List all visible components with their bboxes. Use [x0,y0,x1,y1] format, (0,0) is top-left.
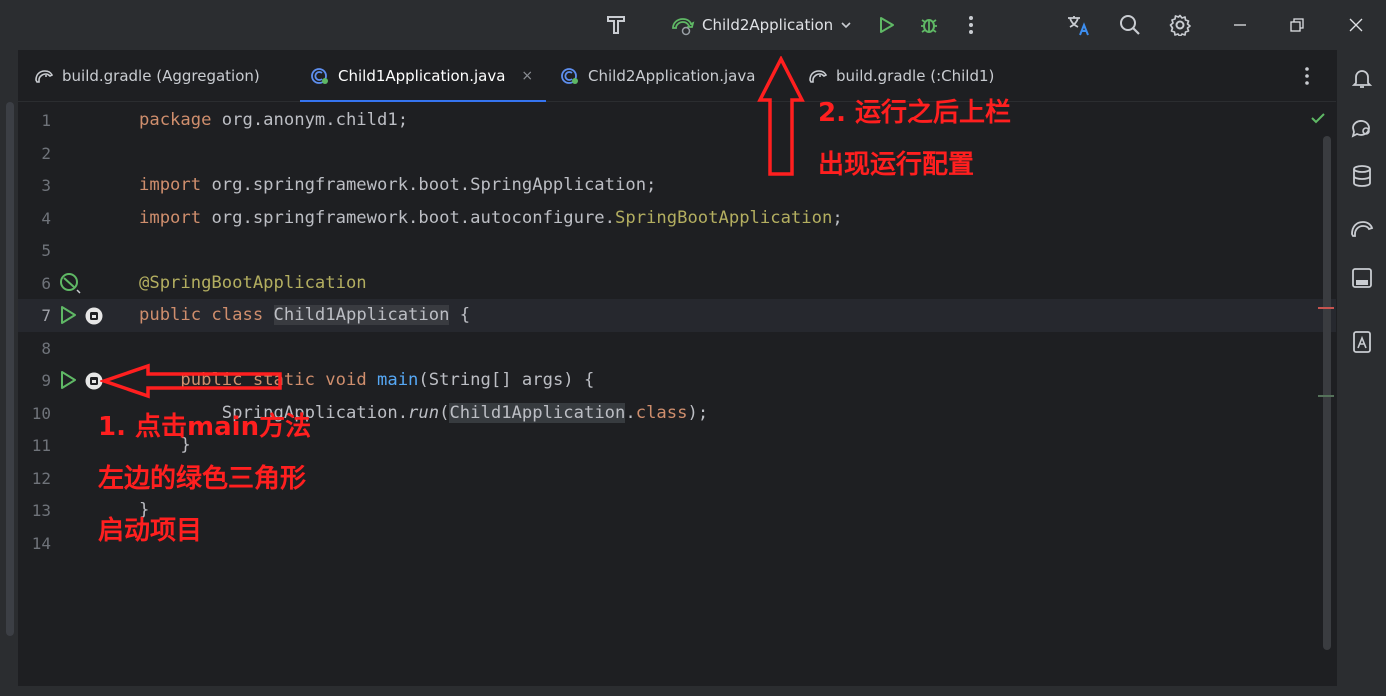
editor-tab-bar: build.gradle (Aggregation) Child1Applica… [18,50,1336,102]
code-line-current: 7 public class Child1Application { [18,299,1336,332]
tab-close-icon[interactable]: × [521,68,533,84]
annotation-step1-line1: 1. 点击main方法 [98,412,312,442]
annotation-step2-line2: 出现运行配置 [818,150,975,180]
tab-child1application-java[interactable]: Child1Application.java × [300,50,546,102]
run-configuration-selector[interactable]: Child2Application [666,10,857,40]
tab-label: build.gradle (:Child1) [836,67,995,85]
java-class-icon [560,66,580,86]
run-icon[interactable] [872,0,900,50]
gradle-elephant-icon [808,68,828,84]
database-icon[interactable] [1350,164,1374,188]
search-icon[interactable] [1116,0,1144,50]
tab-options-icon[interactable] [1304,66,1310,86]
spring-bean-icon[interactable] [58,271,82,295]
left-tool-strip [0,50,18,696]
annotation-arrow-left [100,363,282,399]
line-number: 14 [31,533,51,553]
no-problems-check-icon[interactable] [1310,110,1326,126]
left-scroll-bar[interactable] [6,102,14,636]
close-icon[interactable] [1344,0,1368,50]
right-tool-window-bar [1336,50,1386,696]
line-number: 9 [41,371,51,390]
settings-icon[interactable] [1166,0,1194,50]
code-line: 6 @SpringBootApplication [18,267,1336,300]
ai-assistant-icon[interactable] [1350,116,1374,140]
code-line: 8 [18,332,1336,365]
gradle-icon[interactable] [1350,216,1374,240]
line-number: 12 [31,468,51,488]
project-logo-icon[interactable] [600,0,632,50]
code-text: @SpringBootApplication [139,272,367,293]
code-line: 1 package org.anonym.child1; [18,104,1336,137]
line-number: 3 [41,176,51,195]
code-text: public class Child1Application { [139,305,471,325]
code-line: 13 } [18,494,1336,527]
line-number: 6 [41,273,51,293]
run-gutter-icon[interactable] [58,305,78,325]
run-main-gutter-icon[interactable] [58,370,78,390]
tab-label: Child2Application.java [588,67,756,85]
annotation-arrow-up [757,56,805,176]
translate-icon[interactable] [1064,0,1094,50]
annotation-step1-line2: 左边的绿色三角形 [98,464,307,494]
run-config-name: Child2Application [702,16,834,34]
line-number: 1 [41,111,51,130]
line-number: 10 [31,403,51,423]
editor-vertical-scrollbar[interactable] [1323,136,1331,650]
tab-label: build.gradle (Aggregation) [62,67,260,85]
run-config-icon [670,14,696,36]
line-number: 4 [41,208,51,228]
title-bar: Child2Application [0,0,1386,50]
line-number: 13 [31,501,51,520]
line-number: 2 [41,143,51,163]
tab-label: Child1Application.java [338,67,506,85]
annotation-step2-line1: 2. 运行之后上栏 [818,98,1012,128]
restore-icon[interactable] [1285,0,1309,50]
code-line: 4 import org.springframework.boot.autoco… [18,202,1336,235]
tab-child2application-java[interactable]: Child2Application.java [550,50,765,102]
line-number: 5 [41,241,51,260]
status-bar [0,686,1386,696]
line-number: 11 [31,436,51,455]
code-text: package org.anonym.child1; [139,110,409,130]
chevron-down-icon [839,18,853,32]
debug-icon[interactable] [915,0,943,50]
code-text: import org.springframework.boot.autoconf… [139,207,843,228]
code-line: 14 [18,527,1336,560]
error-stripe-mark[interactable] [1318,307,1334,309]
java-class-icon [310,66,330,86]
notifications-icon[interactable] [1350,66,1374,90]
code-text: import org.springframework.boot.SpringAp… [139,175,657,195]
more-vertical-icon[interactable] [958,0,984,50]
annotation-step1-line3: 启动项目 [98,516,203,546]
line-number: 8 [41,338,51,358]
terminal-icon[interactable] [1350,266,1374,290]
gradle-elephant-icon [34,68,54,84]
code-line: 3 import org.springframework.boot.Spring… [18,169,1336,202]
tab-build-gradle-aggregation[interactable]: build.gradle (Aggregation) [24,50,270,102]
line-number: 7 [41,306,51,325]
code-line: 5 [18,234,1336,267]
change-stripe-mark[interactable] [1318,395,1334,397]
minimize-icon[interactable] [1228,0,1252,50]
translation-icon[interactable] [1350,330,1374,354]
spring-boot-icon[interactable] [84,306,104,326]
code-line: 2 [18,137,1336,170]
